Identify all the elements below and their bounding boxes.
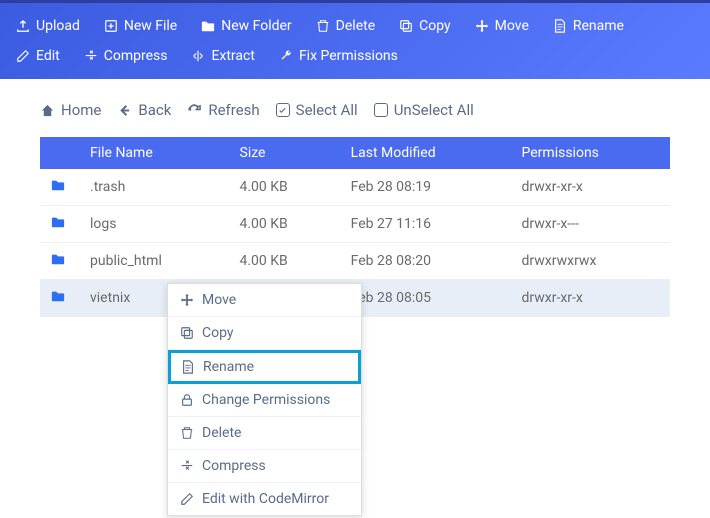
content-area: Home Back Refresh Select All UnSelect All Fi… <box>0 79 710 317</box>
button-label: Refresh <box>208 101 259 119</box>
folder-icon <box>201 19 215 33</box>
col-filename[interactable]: File Name <box>80 137 230 169</box>
cell-filename: .trash <box>80 169 230 206</box>
button-label: Extract <box>211 48 254 64</box>
context-editcm[interactable]: Edit with CodeMirror <box>168 483 361 515</box>
context-move[interactable]: Move <box>168 284 361 317</box>
context-label: Compress <box>202 458 266 474</box>
button-label: Move <box>495 18 529 34</box>
edit-icon <box>180 492 194 506</box>
context-menu: Move Copy Rename Change Permissions Delete Co… <box>167 283 362 516</box>
cell-modified: Feb 28 08:05 <box>341 280 512 317</box>
home-icon <box>40 103 55 118</box>
newfile-button[interactable]: New File <box>94 11 187 41</box>
context-copy[interactable]: Copy <box>168 317 361 350</box>
extract-button[interactable]: Extract <box>181 41 264 71</box>
edit-button[interactable]: Edit <box>6 41 70 71</box>
cell-permissions: drwxr-xr-x <box>512 280 670 317</box>
context-rename[interactable]: Rename <box>168 350 361 384</box>
cell-size: 4.00 KB <box>230 206 341 243</box>
wrench-icon <box>279 49 293 63</box>
button-label: New Folder <box>221 18 291 34</box>
sub-toolbar: Home Back Refresh Select All UnSelect All <box>40 101 670 119</box>
back-icon <box>117 103 132 118</box>
context-compress[interactable]: Compress <box>168 450 361 483</box>
fixperm-button[interactable]: Fix Permissions <box>269 41 408 71</box>
folder-icon <box>50 252 66 266</box>
context-label: Edit with CodeMirror <box>202 491 329 507</box>
table-row[interactable]: .trash 4.00 KB Feb 28 08:19 drwxr-xr-x <box>40 169 670 206</box>
table-row[interactable]: logs 4.00 KB Feb 27 11:16 drwxr-x--- <box>40 206 670 243</box>
move-icon <box>180 293 194 307</box>
col-size[interactable]: Size <box>230 137 341 169</box>
trash-icon <box>316 19 330 33</box>
button-label: New File <box>124 18 177 34</box>
button-label: Rename <box>573 18 624 34</box>
move-icon <box>475 19 489 33</box>
cell-modified: Feb 28 08:19 <box>341 169 512 206</box>
col-permissions[interactable]: Permissions <box>512 137 670 169</box>
newfolder-button[interactable]: New Folder <box>191 11 301 41</box>
button-label: Edit <box>36 48 60 64</box>
upload-icon <box>16 19 30 33</box>
context-label: Delete <box>202 425 241 441</box>
edit-icon <box>16 49 30 63</box>
button-label: UnSelect All <box>394 101 474 119</box>
cell-filename: logs <box>80 206 230 243</box>
compress-icon <box>180 459 194 473</box>
refresh-icon <box>187 103 202 118</box>
button-label: Delete <box>336 18 375 34</box>
table-row[interactable]: public_html 4.00 KB Feb 28 08:20 drwxrwx… <box>40 243 670 280</box>
cell-size: 4.00 KB <box>230 169 341 206</box>
folder-icon <box>50 178 66 192</box>
button-label: Upload <box>36 18 80 34</box>
folder-icon <box>50 215 66 229</box>
button-label: Home <box>61 101 101 119</box>
folder-icon <box>50 289 66 303</box>
cell-filename: public_html <box>80 243 230 280</box>
button-label: Compress <box>104 48 168 64</box>
button-label: Copy <box>419 18 451 34</box>
checkbox-empty-icon <box>374 103 388 117</box>
selectall-button[interactable]: Select All <box>276 101 358 119</box>
compress-button[interactable]: Compress <box>74 41 178 71</box>
cell-modified: Feb 28 08:20 <box>341 243 512 280</box>
copy-icon <box>180 326 194 340</box>
delete-button[interactable]: Delete <box>306 11 385 41</box>
compress-icon <box>84 49 98 63</box>
upload-button[interactable]: Upload <box>6 11 90 41</box>
unselectall-button[interactable]: UnSelect All <box>374 101 474 119</box>
copy-icon <box>399 19 413 33</box>
copy-button[interactable]: Copy <box>389 11 461 41</box>
context-label: Rename <box>203 359 254 375</box>
context-label: Copy <box>202 325 234 341</box>
cell-permissions: drwxrwxrwx <box>512 243 670 280</box>
context-label: Change Permissions <box>202 392 330 408</box>
checkbox-checked-icon <box>276 103 290 117</box>
rename-button[interactable]: Rename <box>543 11 634 41</box>
move-button[interactable]: Move <box>465 11 539 41</box>
doc-icon <box>553 19 567 33</box>
main-toolbar: Upload New File New Folder Delete Copy Move Re… <box>0 0 710 79</box>
extract-icon <box>191 49 205 63</box>
lock-icon <box>180 393 194 407</box>
button-label: Select All <box>296 101 358 119</box>
context-delete[interactable]: Delete <box>168 417 361 450</box>
back-button[interactable]: Back <box>117 101 171 119</box>
col-icon <box>40 137 80 169</box>
cell-permissions: drwxr-xr-x <box>512 169 670 206</box>
button-label: Fix Permissions <box>299 48 398 64</box>
cell-permissions: drwxr-x--- <box>512 206 670 243</box>
col-modified[interactable]: Last Modified <box>341 137 512 169</box>
context-label: Move <box>202 292 236 308</box>
doc-icon <box>181 360 195 374</box>
cell-modified: Feb 27 11:16 <box>341 206 512 243</box>
plusfile-icon <box>104 19 118 33</box>
trash-icon <box>180 426 194 440</box>
context-changeperm[interactable]: Change Permissions <box>168 384 361 417</box>
refresh-button[interactable]: Refresh <box>187 101 259 119</box>
home-button[interactable]: Home <box>40 101 101 119</box>
button-label: Back <box>138 101 171 119</box>
cell-size: 4.00 KB <box>230 243 341 280</box>
